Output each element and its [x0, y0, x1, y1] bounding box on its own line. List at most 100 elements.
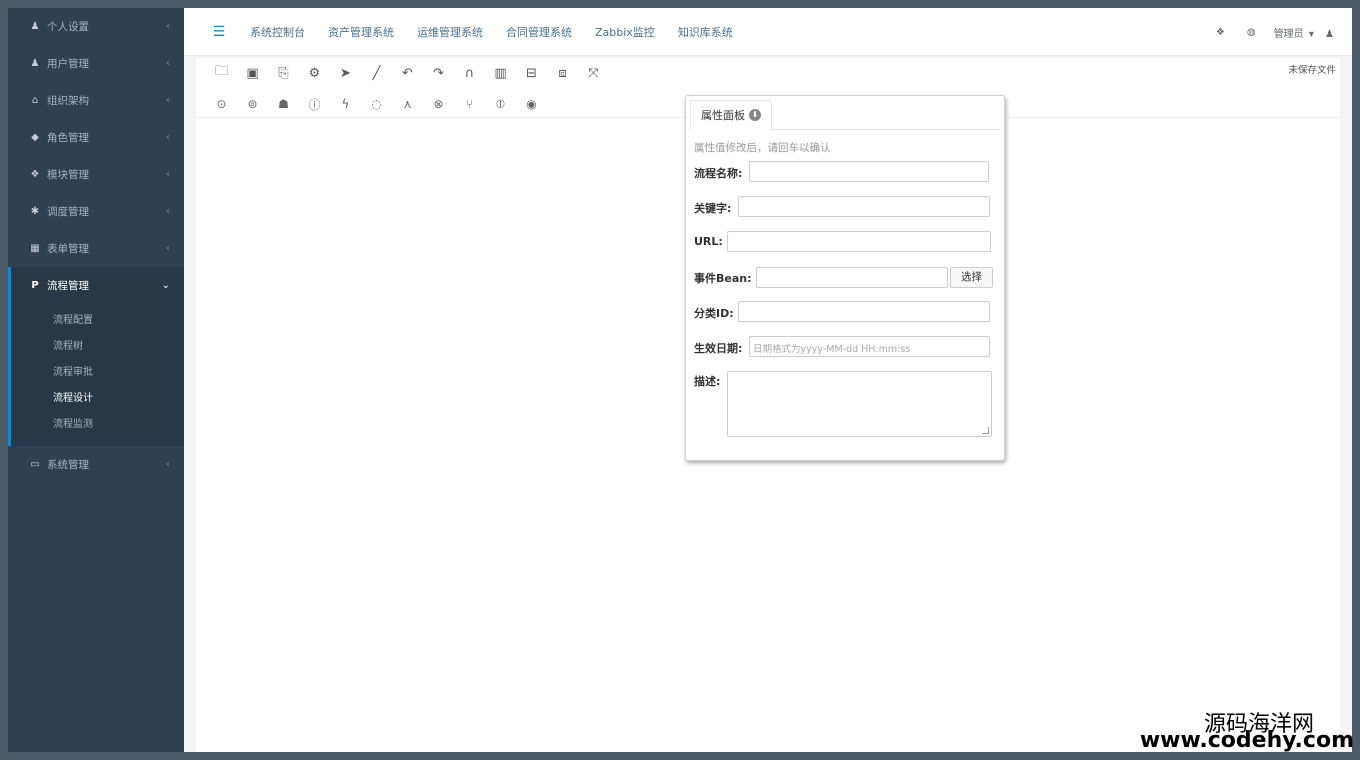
- unsaved-status: 未保存文件: [1288, 65, 1336, 76]
- chevron-left-icon: ‹: [166, 132, 170, 143]
- effective-date-input[interactable]: 日期格式为yyyy-MM-dd HH:mm:ss: [749, 336, 990, 357]
- chevron-left-icon: ‹: [166, 21, 170, 32]
- topnav-console[interactable]: 系统控制台: [250, 24, 305, 40]
- chevron-left-icon: ‹: [166, 206, 170, 217]
- sidebar-item-modules[interactable]: ❖ 模块管理 ‹: [8, 156, 184, 193]
- laptop-icon: ▭: [30, 459, 40, 470]
- settings-icon[interactable]: ⚙: [299, 64, 330, 82]
- timer-icon[interactable]: ⓘ: [299, 95, 330, 113]
- fork-icon[interactable]: ⋏: [392, 95, 423, 113]
- dropbox-icon[interactable]: ❖: [1216, 27, 1225, 38]
- chevron-down-icon: ⌄: [161, 280, 170, 291]
- sidebar-item-label: 用户管理: [47, 58, 89, 70]
- process-name-input[interactable]: [749, 161, 989, 182]
- sidebar-item-users[interactable]: ♟ 用户管理 ‹: [8, 45, 184, 82]
- user-icon: ♟: [1325, 28, 1334, 40]
- sidebar-item-system[interactable]: ▭ 系统管理 ‹: [8, 446, 184, 483]
- globe-icon[interactable]: ◍: [1247, 27, 1256, 38]
- gateway-icon[interactable]: ⊗: [423, 95, 454, 113]
- schedule-icon: ✱: [30, 206, 40, 217]
- description-textarea[interactable]: [727, 371, 992, 437]
- property-panel: 属性面板 ⬇ 属性值修改后，请回车以确认 流程名称: 关键字: URL: 事件B…: [685, 95, 1005, 461]
- panel-hint: 属性值修改后，请回车以确认: [694, 142, 831, 154]
- menu-toggle-icon[interactable]: ☰: [204, 24, 234, 40]
- top-navbar: ☰ 系统控制台 资产管理系统 运维管理系统 合同管理系统 Zabbix监控 知识…: [184, 8, 1352, 56]
- sidebar-item-org[interactable]: ⌂ 组织架构 ‹: [8, 82, 184, 119]
- topnav-ops[interactable]: 运维管理系统: [417, 24, 483, 40]
- sidebar-subitem-approval[interactable]: 流程审批: [11, 360, 184, 386]
- chevron-left-icon: ‹: [166, 459, 170, 470]
- top-nav: 系统控制台 资产管理系统 运维管理系统 合同管理系统 Zabbix监控 知识库系…: [250, 24, 756, 40]
- sidebar-item-label: 流程管理: [47, 280, 89, 292]
- align-vertical-icon[interactable]: ⊟: [516, 64, 547, 82]
- tab-label: 属性面板: [701, 109, 745, 122]
- url-input[interactable]: [727, 231, 991, 252]
- watermark-url: www.codehy.com: [1139, 728, 1354, 753]
- save-as-icon[interactable]: ⎘: [268, 64, 299, 82]
- idea-icon[interactable]: ◌: [361, 95, 392, 113]
- label-keyword: 关键字:: [694, 202, 732, 215]
- sidebar-item-personal[interactable]: ♟ 个人设置 ‹: [8, 8, 184, 45]
- topnav-assets[interactable]: 资产管理系统: [328, 24, 394, 40]
- toolbar-row-2: ⊙ ⊚ ☗ ⓘ ϟ ◌ ⋏ ⊗ ⑂ ⦶ ◉: [206, 95, 547, 113]
- sidebar: ♟ 个人设置 ‹ ♟ 用户管理 ‹ ⌂ 组织架构 ‹ ◆ 角色管理 ‹ ❖ 模块…: [8, 8, 184, 752]
- chevron-left-icon: ‹: [166, 58, 170, 69]
- tab-divider: [772, 129, 1000, 130]
- delete-icon[interactable]: ▥: [485, 64, 516, 82]
- caret-down-icon: ▾: [1308, 28, 1314, 40]
- sidebar-item-workflow[interactable]: P 流程管理 ⌄: [8, 267, 184, 304]
- sidebar-subitem-monitor[interactable]: 流程监测: [11, 412, 184, 438]
- end-icon[interactable]: ◉: [516, 95, 547, 113]
- sidebar-item-schedule[interactable]: ✱ 调度管理 ‹: [8, 193, 184, 230]
- pause-icon[interactable]: ⦶: [485, 95, 516, 113]
- arrow-down-circle-icon[interactable]: ⬇: [749, 109, 761, 121]
- designer-content: 🗀 ▣ ⎘ ⚙ ➤ ╱ ↶ ↷ ∩ ▥ ⊟ ⧈ ⤧ ⊙ ⊚ ☗ ⓘ ϟ ◌ ⋏ …: [196, 58, 1340, 752]
- toolbar-row-1: 🗀 ▣ ⎘ ⚙ ➤ ╱ ↶ ↷ ∩ ▥ ⊟ ⧈ ⤧: [206, 64, 609, 82]
- label-event-bean: 事件Bean:: [694, 272, 752, 285]
- undo-icon[interactable]: ↶: [392, 64, 423, 82]
- redo-icon[interactable]: ↷: [423, 64, 454, 82]
- chevron-left-icon: ‹: [166, 169, 170, 180]
- sidebar-item-label: 个人设置: [47, 21, 89, 33]
- sidebar-item-forms[interactable]: ▦ 表单管理 ‹: [8, 230, 184, 267]
- save-icon[interactable]: ▣: [237, 64, 268, 82]
- keyword-input[interactable]: [738, 196, 990, 217]
- label-effective-date: 生效日期:: [694, 342, 743, 355]
- sidebar-item-label: 调度管理: [47, 206, 89, 218]
- label-process-name: 流程名称:: [694, 167, 743, 180]
- sidebar-item-label: 组织架构: [47, 95, 89, 107]
- chevron-left-icon: ‹: [166, 243, 170, 254]
- pointer-icon[interactable]: ➤: [330, 64, 361, 82]
- user-task-icon[interactable]: ☗: [268, 95, 299, 113]
- tab-properties[interactable]: 属性面板 ⬇: [690, 100, 772, 130]
- sidebar-item-label: 系统管理: [47, 459, 89, 471]
- top-right-tools: ❖ ◍ 管理员 ▾ ♟: [1194, 8, 1334, 56]
- event-icon[interactable]: ϟ: [330, 95, 361, 113]
- join-icon[interactable]: ⑂: [454, 95, 485, 113]
- admin-menu[interactable]: 管理员 ▾ ♟: [1274, 25, 1334, 40]
- event-bean-input[interactable]: [756, 267, 948, 288]
- start-icon[interactable]: ⊙: [206, 95, 237, 113]
- chevron-left-icon: ‹: [166, 95, 170, 106]
- task-icon[interactable]: ⊚: [237, 95, 268, 113]
- users-icon: ♟: [30, 58, 40, 69]
- sidebar-subitem-tree[interactable]: 流程树: [11, 334, 184, 360]
- open-icon[interactable]: 🗀: [206, 64, 237, 82]
- label-url: URL:: [694, 235, 723, 248]
- compress-icon[interactable]: ⤧: [578, 64, 609, 82]
- select-button[interactable]: 选择: [950, 267, 993, 288]
- topnav-contracts[interactable]: 合同管理系统: [506, 24, 572, 40]
- user-icon: ♟: [30, 21, 40, 32]
- category-id-input[interactable]: [738, 301, 990, 322]
- sidebar-item-label: 模块管理: [47, 169, 89, 181]
- align-horizontal-icon[interactable]: ⧈: [547, 64, 578, 82]
- topnav-zabbix[interactable]: Zabbix监控: [595, 24, 655, 40]
- sidebar-subitem-config[interactable]: 流程配置: [11, 308, 184, 334]
- module-icon: ❖: [30, 169, 40, 180]
- topnav-knowledge[interactable]: 知识库系统: [678, 24, 733, 40]
- app-window: ♟ 个人设置 ‹ ♟ 用户管理 ‹ ⌂ 组织架构 ‹ ◆ 角色管理 ‹ ❖ 模块…: [8, 8, 1352, 752]
- line-icon[interactable]: ╱: [361, 64, 392, 82]
- sidebar-subitem-design[interactable]: 流程设计: [11, 386, 184, 412]
- magnet-icon[interactable]: ∩: [454, 64, 485, 82]
- sidebar-item-roles[interactable]: ◆ 角色管理 ‹: [8, 119, 184, 156]
